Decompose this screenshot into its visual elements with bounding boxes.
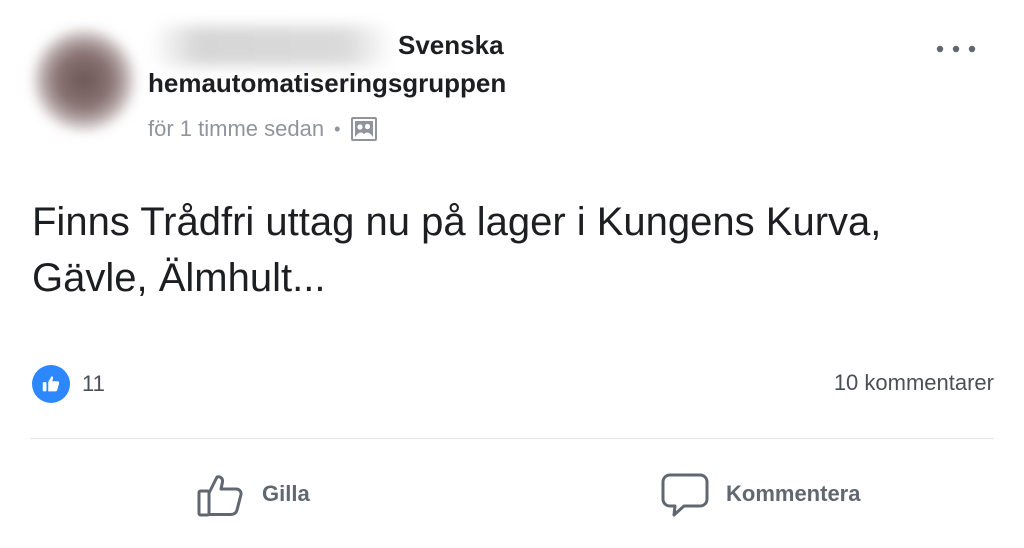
comment-count[interactable]: 10 kommentarer	[834, 370, 994, 396]
photo-icon	[350, 115, 378, 143]
divider	[30, 438, 994, 439]
group-name-line2[interactable]: hemautomatiseringsgruppen	[148, 68, 506, 99]
like-reaction-icon	[32, 365, 70, 403]
comment-icon	[661, 473, 709, 517]
comment-button[interactable]: Kommentera	[660, 466, 860, 522]
comment-button-label: Kommentera	[726, 481, 861, 506]
redacted-author-name	[150, 26, 394, 66]
meta-separator: •	[334, 118, 341, 139]
like-count: 11	[82, 371, 105, 396]
reactions-summary[interactable]: 11	[32, 364, 105, 404]
post-timestamp[interactable]: för 1 timme sedan	[148, 116, 324, 142]
like-button[interactable]: Gilla	[196, 466, 310, 522]
avatar[interactable]	[34, 30, 134, 130]
like-button-label: Gilla	[262, 481, 310, 506]
group-name-line1[interactable]: Svenska	[398, 30, 504, 61]
thumbs-up-icon	[197, 475, 243, 517]
more-options-button[interactable]	[932, 34, 980, 64]
post-text[interactable]: Finns Trådfri uttag nu på lager i Kungen…	[32, 194, 992, 306]
more-options-icon	[936, 45, 976, 53]
post-meta: för 1 timme sedan •	[148, 114, 378, 144]
post-card: Svenska hemautomatiseringsgruppen för 1 …	[0, 0, 1024, 548]
